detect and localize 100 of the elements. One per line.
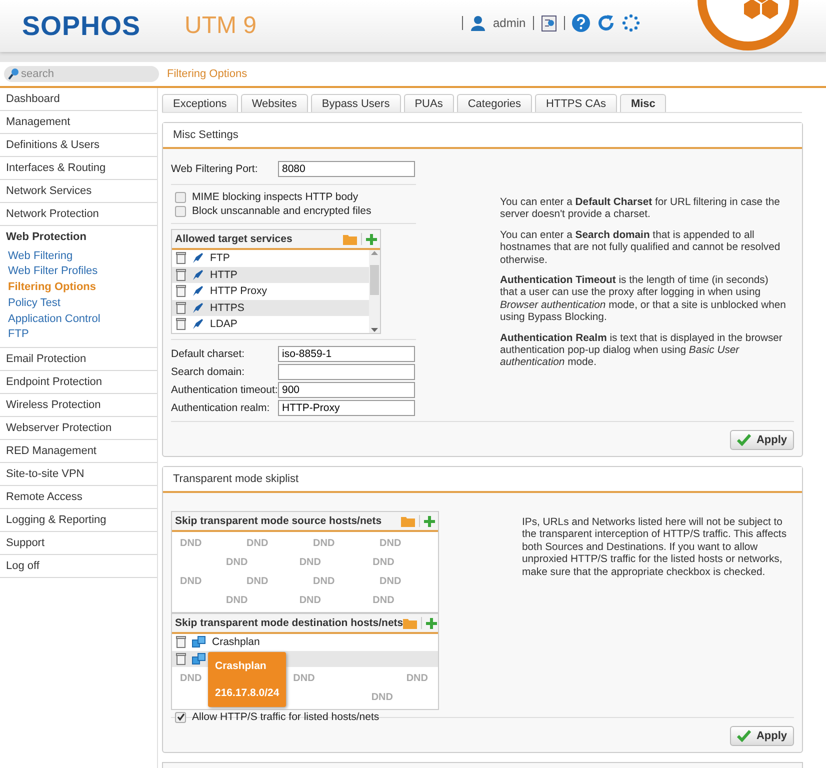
sidebar-item[interactable]: Logging & Reporting xyxy=(0,508,157,532)
sidebar-item[interactable]: Network Services xyxy=(0,180,157,203)
checkbox-label: Allow HTTP/S traffic for listed hosts/nets xyxy=(192,711,380,723)
tab[interactable]: PUAs xyxy=(404,94,454,112)
tab[interactable]: Misc xyxy=(620,94,666,112)
trash-icon[interactable] xyxy=(176,652,186,665)
drop-hint: DND xyxy=(406,673,428,684)
apply-button[interactable]: Apply xyxy=(730,726,794,746)
help-text: Authentication Timeout is the length of time (in seconds) that a user can use the proxy after logging in when using Browser authentication mode, or that a site is unblocked when using Bypass Blocking. xyxy=(500,275,787,325)
trash-icon[interactable] xyxy=(176,268,186,281)
search-input[interactable]: search xyxy=(21,68,141,80)
tab[interactable]: Bypass Users xyxy=(310,94,401,112)
tab[interactable]: Exceptions xyxy=(162,94,238,112)
spinner-icon xyxy=(622,14,640,32)
sidebar-item[interactable]: RED Management xyxy=(0,440,157,463)
list-item-name[interactable]: FTP xyxy=(210,252,230,264)
plug-icon xyxy=(192,252,204,264)
drop-hint: DND xyxy=(179,576,203,587)
help-text: You can enter a Default Charset for URL filtering in case the server doesn't provide a charset. xyxy=(500,197,781,222)
network-icon xyxy=(192,652,206,665)
sidebar-item[interactable]: Email Protection xyxy=(0,348,157,371)
plus-icon[interactable] xyxy=(424,516,435,526)
username[interactable]: admin xyxy=(493,16,526,30)
tab[interactable]: HTTPS CAs xyxy=(535,94,617,112)
input-field[interactable]: HTTP-Proxy xyxy=(278,400,415,416)
sidebar-item[interactable]: Endpoint Protection xyxy=(0,370,157,394)
sidebar-item[interactable]: Log off xyxy=(0,554,157,578)
sidebar-subitem[interactable]: Web Filter Profiles xyxy=(0,264,157,280)
help-text: Authentication Realm is text that is displayed in the browser authentication pop-up dialog when using Basic User authentication mode. xyxy=(500,332,784,370)
reload-icon[interactable] xyxy=(596,14,615,32)
drop-hint: DND xyxy=(225,557,249,568)
sidebar-subitem[interactable]: FTP xyxy=(0,326,157,343)
trash-icon[interactable] xyxy=(176,252,186,264)
field-label: Web Filtering Port: xyxy=(171,163,259,175)
checkbox[interactable] xyxy=(175,712,186,722)
checkmark-icon xyxy=(737,730,752,742)
user-icon[interactable] xyxy=(470,15,486,31)
panel-title: Transparent mode skiplist xyxy=(163,467,802,493)
tooltip-title: Crashplan xyxy=(215,660,268,672)
trash-icon[interactable] xyxy=(176,318,186,330)
list-title: Skip transparent mode destination hosts/nets xyxy=(175,617,404,629)
help-icon[interactable] xyxy=(572,14,590,32)
field-label: Search domain: xyxy=(171,366,246,378)
list-title: Allowed target services xyxy=(175,233,294,245)
sidebar-item[interactable]: Support xyxy=(0,532,157,555)
list-item-name[interactable]: Crashplan xyxy=(212,636,260,648)
sidebar-item[interactable]: Web Protection xyxy=(0,226,157,248)
trash-icon[interactable] xyxy=(176,302,186,314)
scroll-down-icon[interactable] xyxy=(371,328,378,332)
sidebar-item[interactable]: Remote Access xyxy=(0,486,157,509)
drop-hint: DND xyxy=(378,576,402,587)
tab[interactable]: Categories xyxy=(456,94,532,112)
plug-icon xyxy=(192,302,204,314)
input-field[interactable]: 900 xyxy=(278,382,415,398)
drop-hint: DND xyxy=(246,576,270,587)
drop-hint: DND xyxy=(378,538,402,549)
drop-hint: DND xyxy=(293,673,315,684)
product-name: UTM 9 xyxy=(184,12,257,40)
checkbox[interactable] xyxy=(175,192,186,202)
scrollbar[interactable] xyxy=(369,250,380,332)
list-item-name[interactable]: HTTPS xyxy=(210,302,244,314)
sidebar-item[interactable]: Network Protection xyxy=(0,203,157,226)
checkbox[interactable] xyxy=(175,206,186,216)
checkbox-label: Block unscannable and encrypted files xyxy=(192,205,372,217)
sidebar-item[interactable]: Interfaces & Routing xyxy=(0,157,157,180)
help-text: IPs, URLs and Networks listed here will not be subject to the transparent interception of HTTP/S traffic. This affects both Sources and Destinations. If you want to allow unproxied HTTP/S traffic for the listed hosts or networks, make sure that the appropriate checkbox is checked. xyxy=(522,517,788,580)
drop-hint: DND xyxy=(180,673,202,684)
plug-icon xyxy=(192,285,204,298)
clipboard-icon[interactable] xyxy=(540,14,557,32)
plus-icon[interactable] xyxy=(426,618,438,628)
plug-icon xyxy=(192,268,204,281)
tab[interactable]: Websites xyxy=(240,94,308,112)
sidebar-subitem[interactable]: Application Control xyxy=(0,311,157,327)
sidebar-item[interactable]: Dashboard xyxy=(0,88,157,111)
sidebar-item[interactable]: Webserver Protection xyxy=(0,416,157,440)
list-item-name[interactable]: HTTP Proxy xyxy=(210,285,267,298)
apply-button[interactable]: Apply xyxy=(730,430,794,450)
trash-icon[interactable] xyxy=(176,636,186,648)
input-field[interactable]: iso-8859-1 xyxy=(278,346,415,362)
sidebar-subitem[interactable]: Policy Test xyxy=(0,295,157,312)
breadcrumb: Filtering Options xyxy=(167,68,248,80)
sidebar-item[interactable]: Definitions & Users xyxy=(0,134,157,157)
list-item-name[interactable]: LDAP xyxy=(210,318,238,330)
plug-icon xyxy=(192,318,204,330)
sidebar-subitem[interactable]: Web Filtering xyxy=(0,248,157,264)
checkmark-icon xyxy=(737,434,752,446)
sidebar-item[interactable]: Management xyxy=(0,111,157,134)
trash-icon[interactable] xyxy=(176,285,186,298)
list-title: Skip transparent mode source hosts/nets xyxy=(175,515,383,527)
port-field[interactable]: 8080 xyxy=(278,161,415,177)
field-label: Authentication timeout: xyxy=(171,384,278,396)
input-field[interactable] xyxy=(278,364,415,380)
plus-icon[interactable] xyxy=(366,234,377,244)
field-label: Default charset: xyxy=(171,348,246,360)
brand-logo: SOPHOS xyxy=(22,10,141,42)
drop-hint: DND xyxy=(371,692,393,703)
search-field[interactable]: search xyxy=(4,66,159,82)
sidebar-item[interactable]: Site-to-site VPN xyxy=(0,462,157,486)
list-item-name[interactable]: HTTP xyxy=(210,268,238,281)
sidebar-item[interactable]: Wireless Protection xyxy=(0,394,157,417)
